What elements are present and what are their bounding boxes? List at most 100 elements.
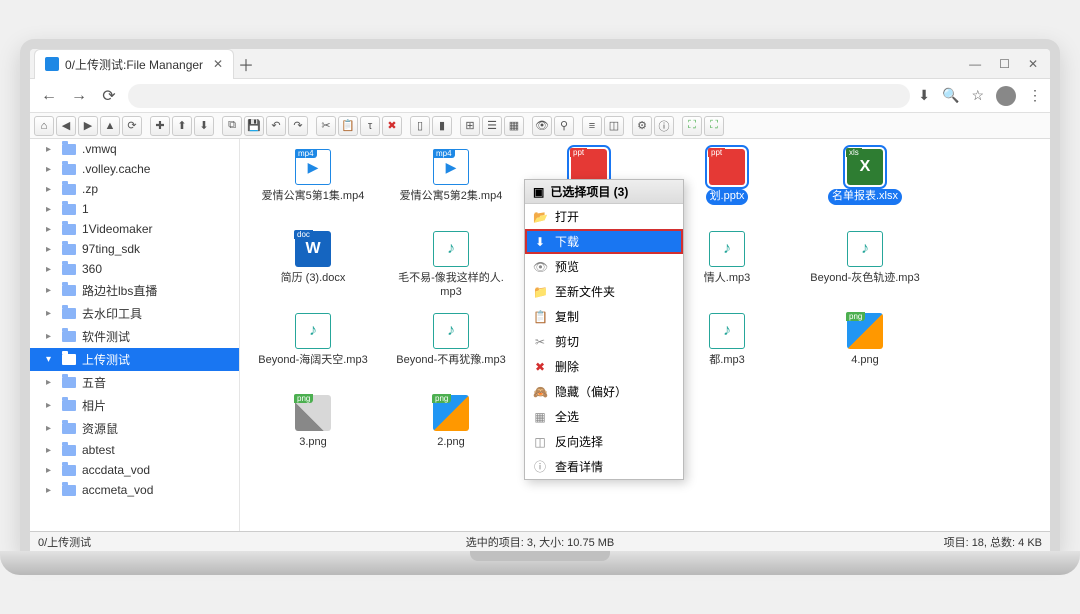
sidebar-item[interactable]: ▸1Videomaker — [30, 219, 239, 239]
context-menu-item[interactable]: ◫ 反向选择 — [525, 429, 683, 454]
menu-item-label: 查看详情 — [555, 458, 603, 475]
sidebar-item[interactable]: ▸97ting_sdk — [30, 239, 239, 259]
tab-close-icon[interactable]: ✕ — [213, 57, 223, 71]
menu-item-icon: 📂 — [533, 210, 547, 224]
context-menu-item[interactable]: ▦全选 — [525, 404, 683, 429]
toolbar-rename[interactable]: τ — [360, 116, 380, 136]
context-menu-item[interactable]: ✖删除 — [525, 354, 683, 379]
toolbar-settings[interactable]: ⚙ — [632, 116, 652, 136]
file-item[interactable]: 毛不易-像我这样的人.mp3 — [386, 229, 516, 307]
browser-tab[interactable]: 0/上传测试:File Mananger ✕ — [34, 49, 234, 79]
download-icon[interactable]: ⬇ — [918, 87, 930, 104]
context-menu-item[interactable]: ⬇下载 — [525, 229, 683, 254]
toolbar-info[interactable]: ⓘ — [654, 116, 674, 136]
sidebar-item[interactable]: ▸1 — [30, 199, 239, 219]
toolbar-home[interactable]: ⌂ — [34, 116, 54, 136]
toolbar-compress[interactable]: ⛶ — [704, 116, 724, 136]
sidebar-item[interactable]: ▸accmeta_vod — [30, 480, 239, 500]
sidebar-item[interactable]: ▸资源鼠 — [30, 417, 239, 440]
window-close-icon[interactable]: ✕ — [1028, 57, 1038, 71]
context-menu-item[interactable]: 🙈隐藏（偏好） — [525, 379, 683, 404]
sidebar-item[interactable]: ▸.volley.cache — [30, 159, 239, 179]
toolbar-up[interactable]: ▲ — [100, 116, 120, 136]
file-label: Beyond-海阔天空.mp3 — [254, 353, 371, 369]
window-minimize-icon[interactable]: — — [969, 57, 981, 71]
toolbar-panel2[interactable]: ▮ — [432, 116, 452, 136]
toolbar-view-list[interactable]: ☰ — [482, 116, 502, 136]
back-button[interactable]: ← — [38, 87, 60, 105]
sidebar-item-label: 1 — [82, 202, 89, 216]
toolbar-paste[interactable]: 📋 — [338, 116, 358, 136]
caret-icon: ▸ — [46, 308, 56, 319]
file-item[interactable]: 名单报表.xlsx — [800, 147, 930, 225]
sidebar-item-label: .vmwq — [82, 142, 117, 156]
toolbar-redo[interactable]: ↷ — [288, 116, 308, 136]
sidebar-item[interactable]: ▸accdata_vod — [30, 460, 239, 480]
toolbar-refresh[interactable]: ⟳ — [122, 116, 142, 136]
toolbar-sel1[interactable]: ≡ — [582, 116, 602, 136]
address-bar[interactable] — [128, 84, 910, 108]
file-item[interactable]: 4.png — [800, 311, 930, 389]
menu-item-label: 反向选择 — [555, 433, 603, 450]
toolbar-view-grid[interactable]: ⊞ — [460, 116, 480, 136]
file-item[interactable]: 2.png — [386, 393, 516, 471]
sidebar-item[interactable]: ▸abtest — [30, 440, 239, 460]
file-item[interactable]: 爱情公寓5第1集.mp4 — [248, 147, 378, 225]
sidebar-item[interactable]: ▸软件测试 — [30, 325, 239, 348]
toolbar-save[interactable]: 💾 — [244, 116, 264, 136]
toolbar-filter[interactable]: ⚲ — [554, 116, 574, 136]
sidebar-item[interactable]: ▸.zp — [30, 179, 239, 199]
forward-button[interactable]: → — [68, 87, 90, 105]
folder-icon — [62, 285, 76, 296]
sidebar-item[interactable]: ▸五音 — [30, 371, 239, 394]
toolbar-sel2[interactable]: ◫ — [604, 116, 624, 136]
file-item[interactable]: 3.png — [248, 393, 378, 471]
context-menu-item[interactable]: ✂剪切 — [525, 329, 683, 354]
context-menu-item[interactable]: 📁至新文件夹 — [525, 279, 683, 304]
sidebar-item-label: 资源鼠 — [82, 420, 118, 437]
context-menu-title: ▣ 已选择项目 (3) — [525, 180, 683, 204]
new-tab-button[interactable]: ＋ — [234, 52, 258, 76]
folder-icon — [62, 204, 76, 215]
toolbar-download[interactable]: ⬇ — [194, 116, 214, 136]
folder-tree-sidebar[interactable]: ▸.vmwq▸.volley.cache▸.zp▸1▸1Videomaker▸9… — [30, 139, 240, 531]
toolbar-new[interactable]: ✚ — [150, 116, 170, 136]
sidebar-item[interactable]: ▸去水印工具 — [30, 302, 239, 325]
bookmark-icon[interactable]: ☆ — [971, 87, 984, 104]
profile-avatar[interactable] — [996, 86, 1016, 106]
context-menu-item[interactable]: 📋复制 — [525, 304, 683, 329]
context-menu-item[interactable]: 👁预览 — [525, 254, 683, 279]
sidebar-item[interactable]: ▸路边社lbs直播 — [30, 279, 239, 302]
toolbar-upload[interactable]: ⬆ — [172, 116, 192, 136]
reload-button[interactable]: ⟳ — [98, 86, 120, 106]
sidebar-item-label: .zp — [82, 182, 98, 196]
file-item[interactable]: Beyond-灰色轨迹.mp3 — [800, 229, 930, 307]
sidebar-item-label: accdata_vod — [82, 463, 150, 477]
toolbar-delete[interactable]: ✖ — [382, 116, 402, 136]
menu-item-icon: ◫ — [533, 435, 547, 449]
menu-icon[interactable]: ⋮ — [1028, 87, 1042, 104]
sidebar-item[interactable]: ▸相片 — [30, 394, 239, 417]
file-item[interactable]: 爱情公寓5第2集.mp4 — [386, 147, 516, 225]
file-item[interactable]: Beyond-不再犹豫.mp3 — [386, 311, 516, 389]
toolbar-view-tile[interactable]: ▦ — [504, 116, 524, 136]
toolbar-preview[interactable]: 👁 — [532, 116, 552, 136]
toolbar-panel1[interactable]: ▯ — [410, 116, 430, 136]
toolbar-undo[interactable]: ↶ — [266, 116, 286, 136]
sidebar-item[interactable]: ▾上传测试 — [30, 348, 239, 371]
toolbar-copy[interactable]: ⧉ — [222, 116, 242, 136]
window-maximize-icon[interactable]: ☐ — [999, 57, 1010, 71]
toolbar-back[interactable]: ◀ — [56, 116, 76, 136]
context-menu-item[interactable]: 📂打开 — [525, 204, 683, 229]
search-icon[interactable]: 🔍 — [942, 87, 959, 104]
file-item[interactable]: 简历 (3).docx — [248, 229, 378, 307]
context-menu-item[interactable]: ⓘ查看详情 — [525, 454, 683, 479]
sidebar-item[interactable]: ▸ .vmwq — [30, 139, 239, 159]
toolbar-fwd[interactable]: ▶ — [78, 116, 98, 136]
toolbar-expand[interactable]: ⛶ — [682, 116, 702, 136]
sidebar-item[interactable]: ▸360 — [30, 259, 239, 279]
toolbar-cut[interactable]: ✂ — [316, 116, 336, 136]
caret-icon: ▾ — [46, 354, 56, 365]
file-item[interactable]: Beyond-海阔天空.mp3 — [248, 311, 378, 389]
caret-icon: ▸ — [46, 144, 56, 155]
